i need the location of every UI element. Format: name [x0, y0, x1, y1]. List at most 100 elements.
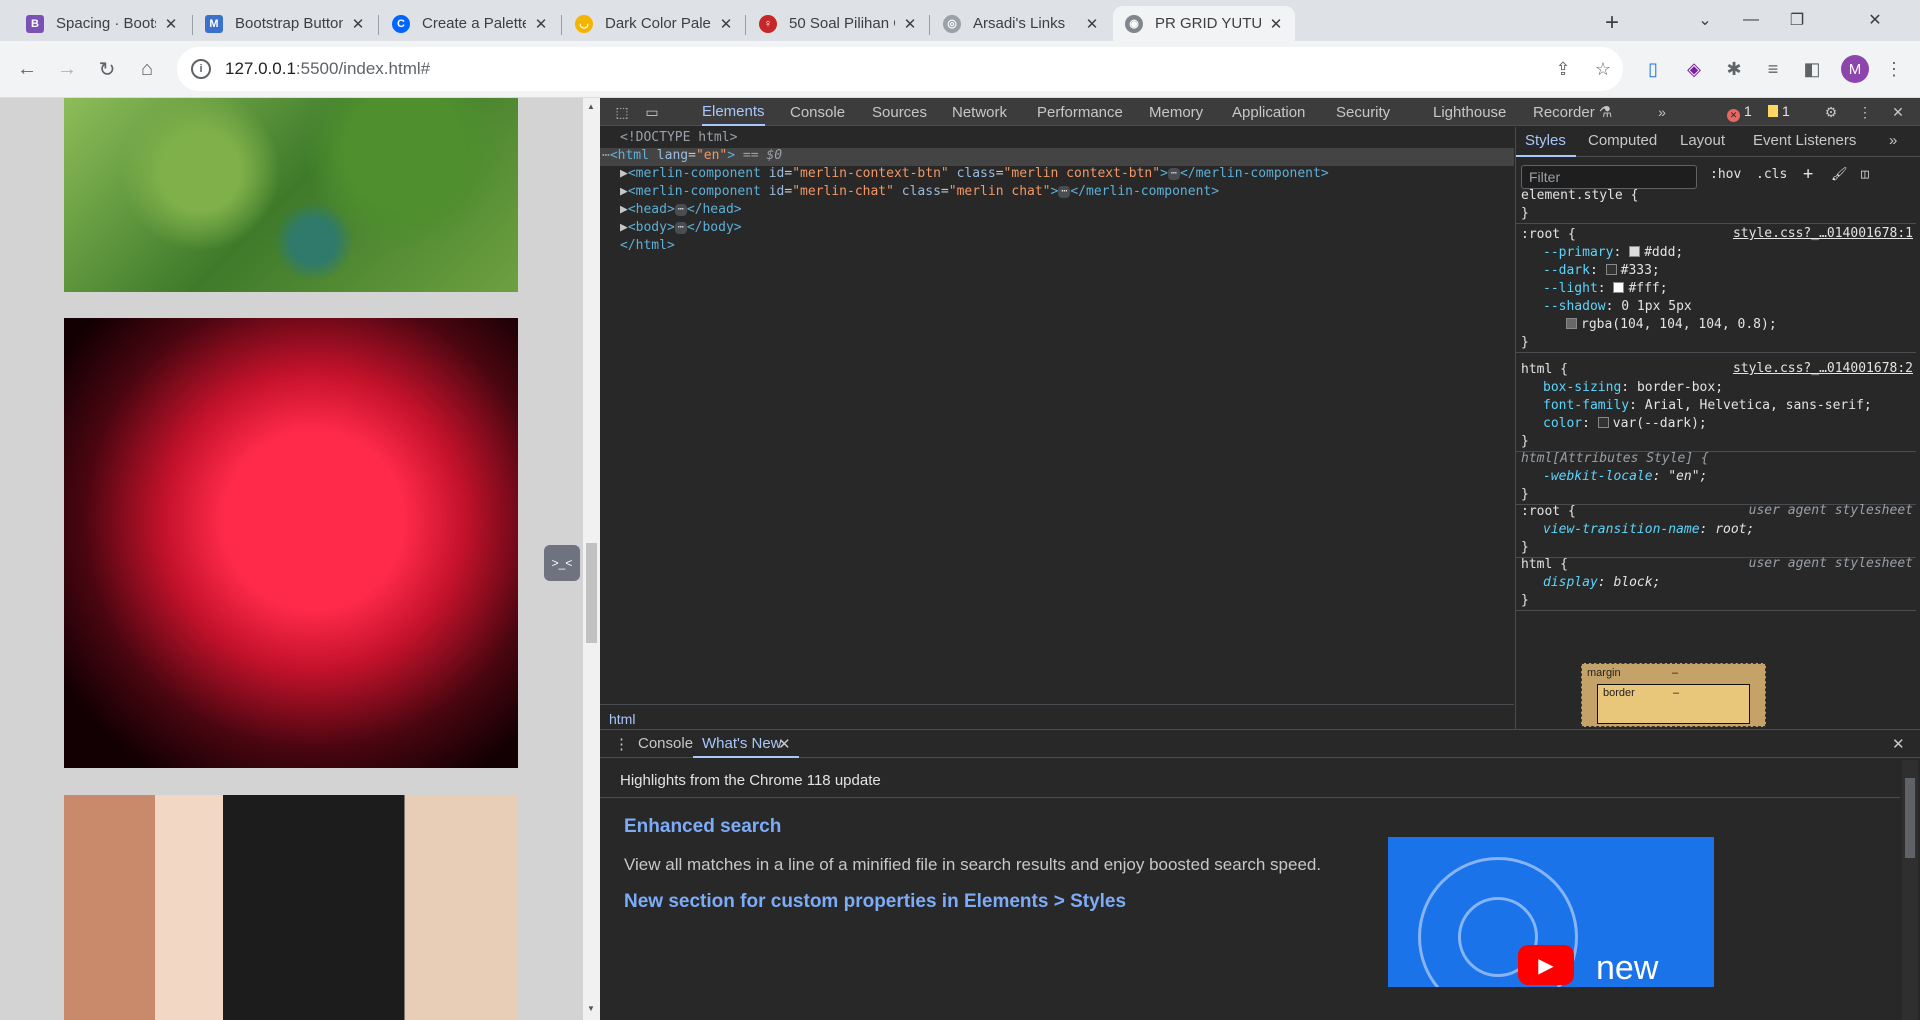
drawer-tab-console[interactable]: Console: [638, 735, 693, 752]
tab-styles[interactable]: Styles: [1525, 132, 1566, 149]
toggle-sidebar-icon[interactable]: ◫: [1861, 167, 1869, 182]
drawer-tab-whats-new[interactable]: What's New: [702, 735, 782, 752]
extension-phone-icon[interactable]: ▯: [1639, 55, 1667, 83]
tab-pr-grid-yutub[interactable]: ◉ PR GRID YUTUB | by ✕: [1113, 6, 1295, 41]
minimize-icon[interactable]: —: [1728, 6, 1774, 34]
tab-soal-pilihan-ganda[interactable]: ♀ 50 Soal Pilihan Ganda ✕: [747, 6, 929, 41]
devtools-tab-lighthouse[interactable]: Lighthouse: [1433, 98, 1506, 126]
primary-color-swatch[interactable]: [1629, 246, 1641, 257]
html-rule-source-link[interactable]: style.css?_…014001678:2: [1733, 361, 1913, 376]
site-info-icon[interactable]: i: [191, 59, 211, 79]
drawer-scrollbar[interactable]: [1902, 760, 1918, 1020]
dom-html-close[interactable]: </html>: [620, 238, 675, 253]
rule-ua-root[interactable]: user agent stylesheet :root { view-trans…: [1516, 503, 1916, 558]
whats-new-heading-custom-properties[interactable]: New section for custom properties in Ele…: [624, 891, 1126, 913]
dark-color-swatch[interactable]: [1605, 264, 1617, 275]
styles-filter-input[interactable]: Filter: [1521, 165, 1697, 189]
bookmark-star-icon[interactable]: ☆: [1591, 57, 1615, 81]
whats-new-heading-enhanced-search[interactable]: Enhanced search: [624, 816, 781, 838]
share-icon[interactable]: ⇪: [1551, 57, 1575, 81]
more-tabs-chevron-icon[interactable]: »: [1652, 102, 1672, 122]
rule-html-author[interactable]: style.css?_…014001678:2 html { box-sizin…: [1516, 361, 1916, 452]
new-rule-plus-icon[interactable]: +: [1803, 164, 1813, 184]
devtools-tab-application[interactable]: Application: [1232, 98, 1305, 126]
media-queue-icon[interactable]: ≡: [1759, 55, 1787, 83]
more-menu-icon[interactable]: ⋮: [1880, 55, 1908, 83]
devtools-tab-recorder[interactable]: Recorder ⚗: [1533, 98, 1612, 126]
light-color-swatch[interactable]: [1613, 282, 1625, 293]
home-icon[interactable]: ⌂: [131, 53, 163, 85]
rule-element-style[interactable]: element.style { }: [1516, 187, 1916, 224]
whats-new-video-thumbnail[interactable]: ▶ new: [1388, 837, 1714, 987]
new-tab-button[interactable]: +: [1598, 9, 1626, 37]
shadow-color-swatch[interactable]: [1566, 318, 1577, 329]
drawer-scroll-thumb[interactable]: [1905, 778, 1915, 858]
dom-merlin-context-btn[interactable]: ▶<merlin-component id="merlin-context-bt…: [620, 166, 1329, 181]
devtools-tab-memory[interactable]: Memory: [1149, 98, 1203, 126]
close-icon[interactable]: ✕: [901, 15, 919, 33]
root-rule-source-link[interactable]: style.css?_…014001678:1: [1733, 226, 1913, 241]
paint-brush-icon[interactable]: 🖌: [1831, 167, 1848, 182]
breadcrumb-html[interactable]: html: [609, 711, 635, 727]
close-icon[interactable]: ✕: [717, 15, 735, 33]
device-toolbar-icon[interactable]: ▭: [642, 102, 662, 122]
rule-root[interactable]: style.css?_…014001678:1 :root { --primar…: [1516, 226, 1916, 353]
drawer-close-icon[interactable]: ✕: [1892, 735, 1905, 753]
reload-icon[interactable]: ↻: [91, 53, 123, 85]
elements-breadcrumb[interactable]: html: [600, 704, 1514, 732]
address-bar[interactable]: i 127.0.0.1:5500/index.html# ⇪ ☆: [177, 47, 1623, 91]
tab-layout[interactable]: Layout: [1680, 132, 1725, 149]
devtools-tab-elements[interactable]: Elements: [702, 98, 765, 126]
close-icon[interactable]: ✕: [532, 15, 550, 33]
scroll-down-arrow-icon[interactable]: ▼: [587, 1004, 596, 1013]
devtools-tab-security[interactable]: Security: [1336, 98, 1390, 126]
tab-computed[interactable]: Computed: [1588, 132, 1657, 149]
page-scroll-thumb[interactable]: [586, 543, 597, 643]
side-panel-icon[interactable]: ◧: [1798, 55, 1826, 83]
devtools-menu-icon[interactable]: ⋮: [1855, 102, 1875, 122]
error-count-badge[interactable]: ✕ 1: [1727, 103, 1752, 122]
close-icon[interactable]: ✕: [162, 15, 180, 33]
rule-html-attributes-style[interactable]: html[Attributes Style] { -webkit-locale:…: [1516, 450, 1916, 505]
devtools-tab-network[interactable]: Network: [952, 98, 1007, 126]
rule-ua-html[interactable]: user agent stylesheet html { display: bl…: [1516, 556, 1916, 611]
close-icon[interactable]: ✕: [349, 15, 367, 33]
forward-arrow-icon[interactable]: →: [51, 53, 83, 85]
tab-coolors[interactable]: C Create a Palette - Coolors ✕: [380, 6, 560, 41]
tab-arsadis-links[interactable]: ◎ Arsadi's Links ✕: [931, 6, 1111, 41]
scroll-up-arrow-icon[interactable]: ▲: [587, 102, 596, 111]
devtools-tab-sources[interactable]: Sources: [872, 98, 927, 126]
back-arrow-icon[interactable]: ←: [11, 53, 43, 85]
merlin-extension-icon[interactable]: ◈: [1680, 55, 1708, 83]
extensions-puzzle-icon[interactable]: ✱: [1720, 55, 1748, 83]
more-sidebar-tabs-icon[interactable]: »: [1889, 132, 1897, 149]
devtools-tab-performance[interactable]: Performance: [1037, 98, 1123, 126]
whats-new-close-icon[interactable]: ✕: [778, 735, 791, 753]
dom-doctype[interactable]: <!DOCTYPE html>: [620, 130, 737, 145]
class-toggle[interactable]: .cls: [1756, 167, 1787, 182]
settings-gear-icon[interactable]: ⚙: [1821, 102, 1841, 122]
box-model-diagram[interactable]: margin – border –: [1581, 663, 1766, 727]
dark-var-swatch[interactable]: [1597, 417, 1609, 428]
tab-bootstrap-spacing[interactable]: B Spacing · Bootstrap v5 ✕: [14, 6, 190, 41]
tab-bootstrap-buttons[interactable]: M Bootstrap Buttons - examples ✕: [193, 6, 377, 41]
tab-search-chevron-icon[interactable]: ⌄: [1682, 6, 1728, 34]
window-close-icon[interactable]: ✕: [1852, 6, 1898, 34]
inspect-element-icon[interactable]: ⬚: [612, 102, 632, 122]
warning-count-badge[interactable]: 1: [1768, 103, 1790, 119]
url-text[interactable]: 127.0.0.1:5500/index.html#: [225, 59, 430, 79]
close-icon[interactable]: ✕: [1083, 15, 1101, 33]
page-scrollbar[interactable]: ▲ ▼: [583, 98, 600, 1020]
merlin-floating-button[interactable]: >_<: [544, 545, 580, 581]
close-icon[interactable]: ✕: [1267, 15, 1285, 33]
tab-dark-color-palettes[interactable]: ◡ Dark Color Palettes - ✕: [563, 6, 745, 41]
dom-body-node[interactable]: ▶<body> ⋯ </body>: [620, 220, 742, 235]
devtools-close-icon[interactable]: ✕: [1888, 102, 1908, 122]
drawer-menu-icon[interactable]: ⋮: [614, 735, 629, 753]
profile-avatar[interactable]: M: [1841, 55, 1869, 83]
dom-head-node[interactable]: ▶<head> ⋯ </head>: [620, 202, 742, 217]
devtools-tab-console[interactable]: Console: [790, 98, 845, 126]
dom-merlin-chat[interactable]: ▶<merlin-component id="merlin-chat" clas…: [620, 184, 1219, 199]
hover-state-toggle[interactable]: :hov: [1710, 167, 1741, 182]
tab-event-listeners[interactable]: Event Listeners: [1753, 132, 1856, 149]
